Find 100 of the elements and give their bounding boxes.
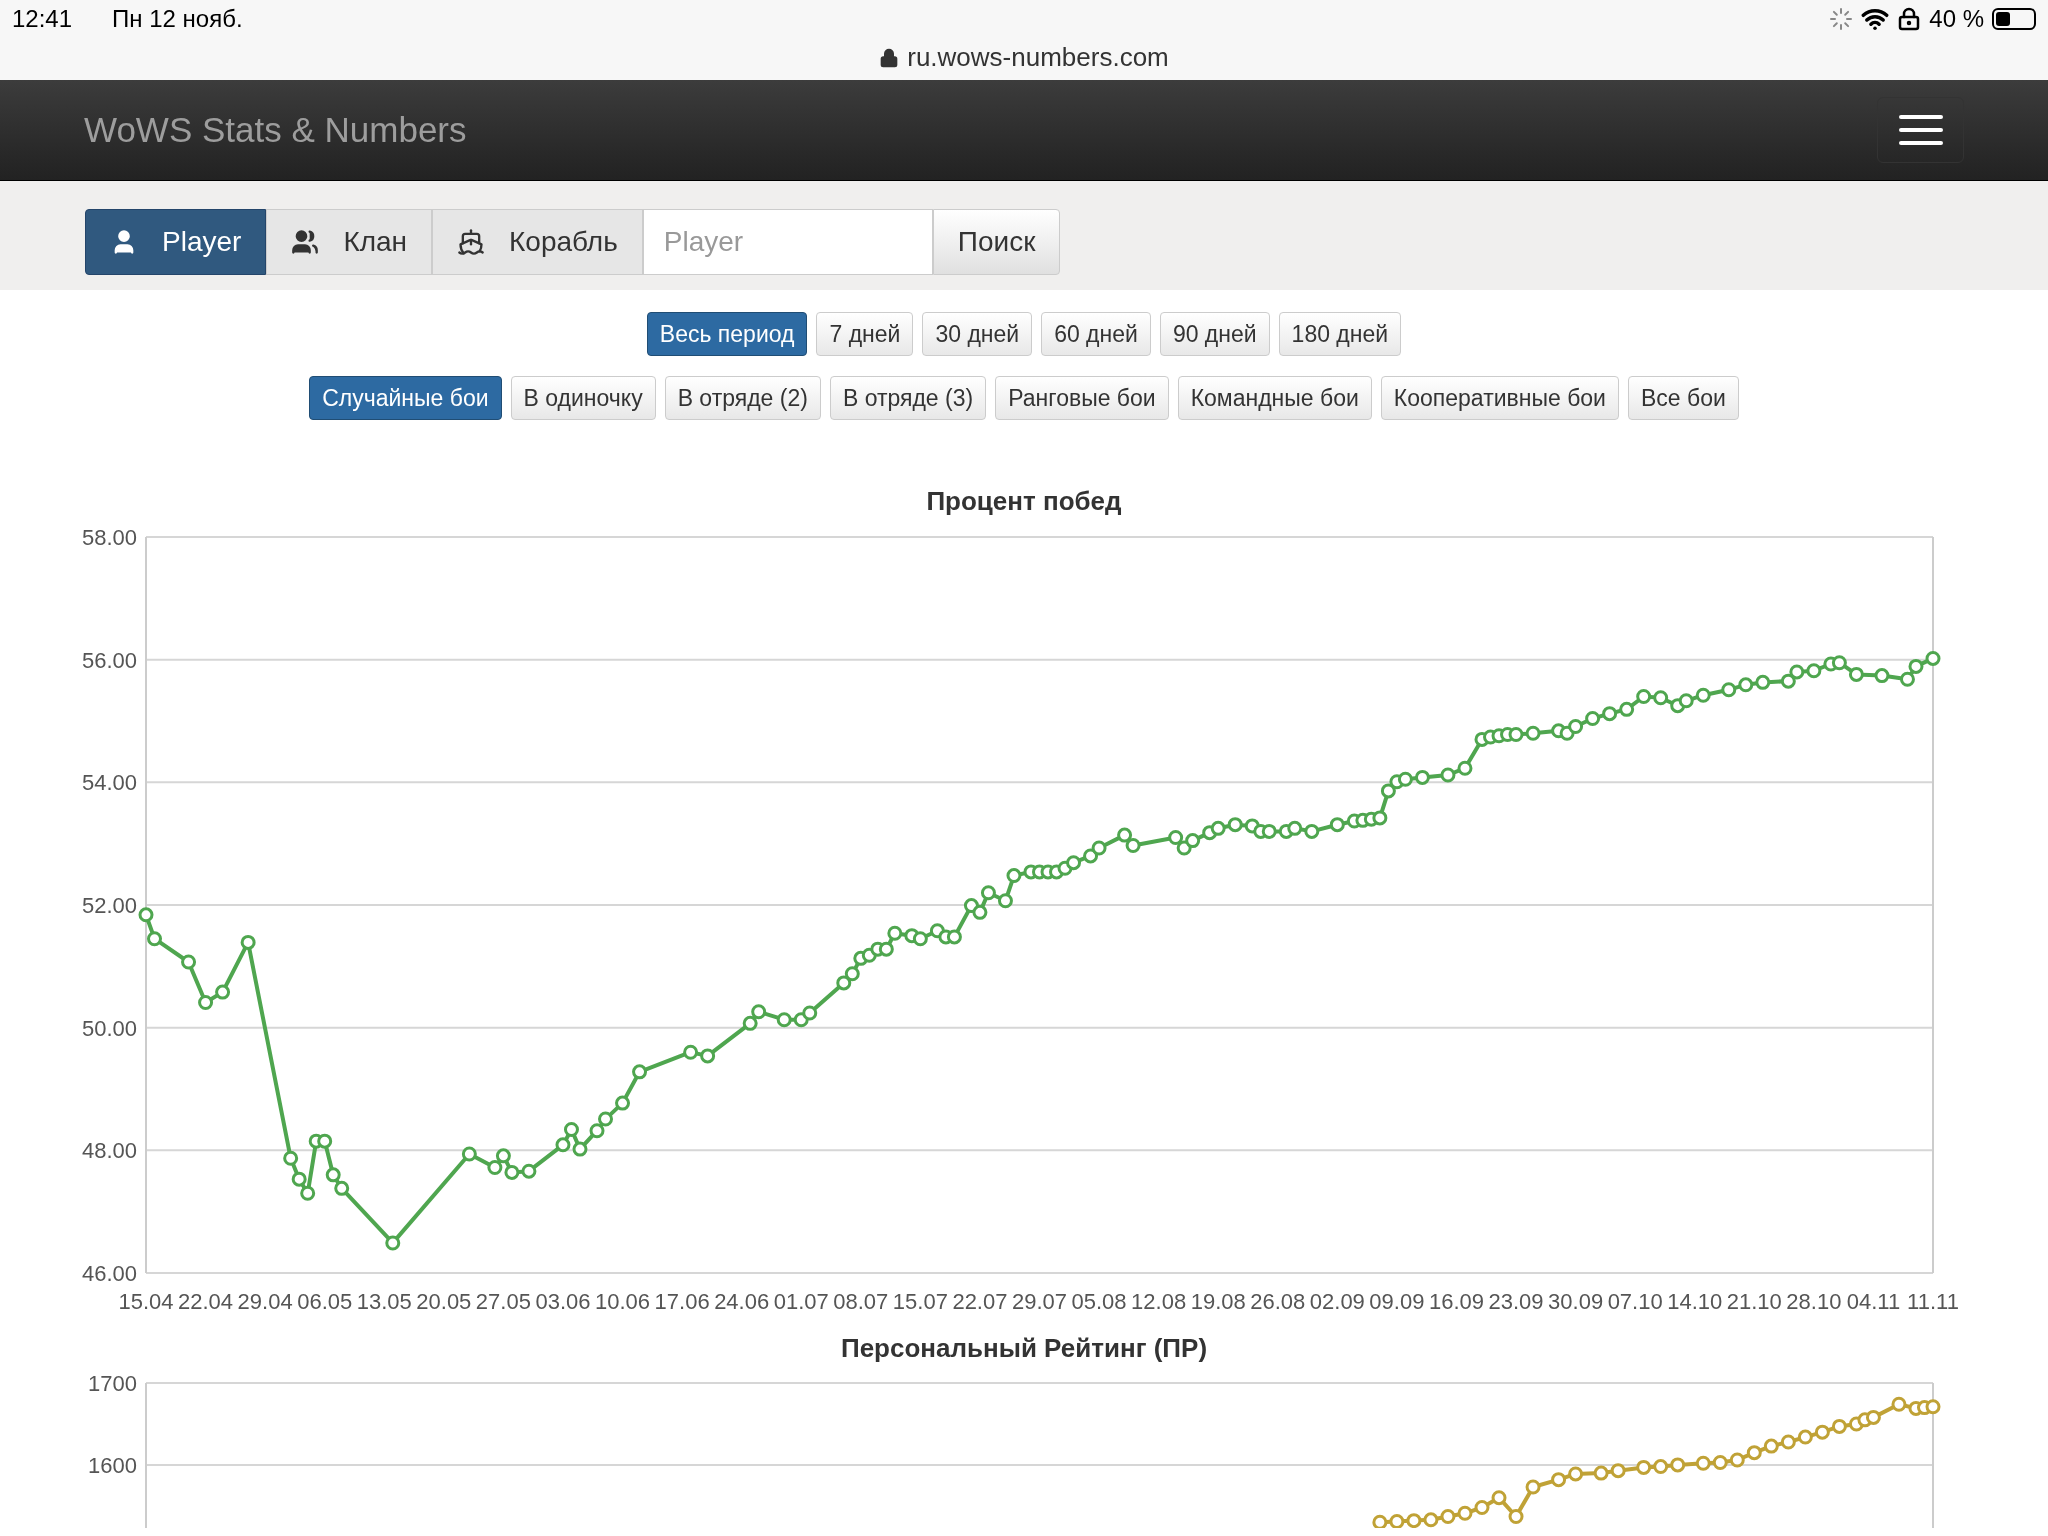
search-button[interactable]: Поиск <box>932 208 1061 275</box>
data-point <box>836 975 852 991</box>
x-axis-label: 23.09 <box>1488 1289 1544 1314</box>
data-point <box>283 1150 299 1166</box>
data-point <box>385 1235 401 1251</box>
x-axis-label: 01.07 <box>773 1289 829 1314</box>
search-tab[interactable]: Player <box>85 208 267 275</box>
data-point <box>1457 760 1473 776</box>
data-point <box>1814 1424 1830 1440</box>
data-point <box>1670 1457 1686 1473</box>
data-point <box>334 1180 350 1196</box>
data-point <box>980 885 996 901</box>
data-point <box>1380 783 1396 799</box>
y-axis-label: 48.00 <box>81 1138 137 1164</box>
data-point <box>844 966 860 982</box>
data-point <box>1874 668 1890 684</box>
x-axis-label: 22.04 <box>178 1289 234 1314</box>
data-point <box>1908 658 1924 674</box>
brand-text[interactable]: WoWS Stats & Numbers <box>84 103 467 157</box>
filter-button[interactable]: Кооперативные бои <box>1380 376 1619 420</box>
search-tab[interactable]: Корабль <box>432 208 643 275</box>
data-point <box>138 907 154 923</box>
x-axis-label: 14.10 <box>1667 1289 1723 1314</box>
data-point <box>1329 817 1345 833</box>
filter-button[interactable]: В одиночку <box>510 376 656 420</box>
data-point <box>1729 1452 1745 1468</box>
x-axis-label: 21.10 <box>1726 1289 1782 1314</box>
data-point <box>1712 1454 1728 1470</box>
y-axis-label: 50.00 <box>81 1015 137 1041</box>
filter-button[interactable]: 60 дней <box>1041 312 1151 356</box>
filter-button[interactable]: Ранговые бои <box>995 376 1169 420</box>
data-point <box>1848 666 1864 682</box>
x-axis-label: 03.06 <box>535 1289 591 1314</box>
data-point <box>1925 650 1941 666</box>
filter-button[interactable]: Командные бои <box>1177 376 1372 420</box>
data-point <box>802 1005 818 1021</box>
data-point <box>1125 838 1141 853</box>
y-axis-label: 56.00 <box>81 647 137 673</box>
filter-button[interactable]: В отряде (3) <box>829 376 987 420</box>
search-field[interactable]: Player <box>642 208 933 275</box>
data-point <box>1210 820 1226 836</box>
filter-button[interactable]: 90 дней <box>1159 312 1270 356</box>
search-tab[interactable]: Клан <box>266 208 433 275</box>
menu-button[interactable] <box>1877 97 1964 163</box>
data-point <box>1508 1509 1524 1525</box>
x-axis-label: 27.05 <box>475 1289 531 1314</box>
x-axis-label: 17.06 <box>654 1289 710 1314</box>
x-axis-label: 08.07 <box>833 1289 889 1314</box>
clock-text: 12:41 <box>12 4 73 34</box>
data-point <box>1899 671 1915 687</box>
data-point <box>1440 1509 1456 1525</box>
data-point <box>1372 810 1388 826</box>
data-point <box>632 1064 648 1080</box>
x-axis-label: 05.08 <box>1071 1289 1127 1314</box>
data-point <box>912 931 928 947</box>
url-text[interactable]: ru.wows-numbers.com <box>907 38 1169 77</box>
chart-title: Персональный Рейтинг (ПР) <box>840 1332 1208 1365</box>
data-point <box>1457 1505 1473 1521</box>
data-point <box>325 1167 341 1183</box>
filter-button[interactable]: 30 дней <box>922 312 1033 356</box>
data-point <box>1789 664 1805 680</box>
data-point <box>776 1012 792 1028</box>
data-point <box>198 995 214 1010</box>
x-axis-label: 16.09 <box>1428 1289 1484 1314</box>
data-point <box>1925 1399 1941 1415</box>
filter-button[interactable]: 7 дней <box>816 312 914 356</box>
data-point <box>1865 1409 1881 1425</box>
y-axis-label: 52.00 <box>81 893 137 918</box>
x-axis-label: 10.06 <box>595 1289 651 1314</box>
data-point <box>1389 1513 1405 1528</box>
data-point <box>487 1160 503 1175</box>
x-axis-label: 07.10 <box>1607 1289 1663 1314</box>
filter-button[interactable]: Весь период <box>646 312 808 356</box>
data-point <box>683 1044 699 1060</box>
data-point <box>461 1146 477 1162</box>
data-point <box>1568 1466 1584 1482</box>
x-axis-label: 06.05 <box>297 1289 353 1314</box>
filter-button[interactable]: Все бои <box>1627 376 1739 420</box>
x-axis-label: 04.11 <box>1846 1289 1901 1314</box>
y-axis-label: 1600 <box>88 1452 137 1478</box>
y-axis-label: 54.00 <box>81 770 137 796</box>
x-axis-label: 24.06 <box>714 1289 770 1314</box>
data-point <box>1414 769 1430 785</box>
data-point <box>1636 1459 1652 1475</box>
x-axis-label: 02.09 <box>1309 1289 1365 1314</box>
data-point <box>1678 693 1694 709</box>
data-point <box>1653 690 1669 706</box>
data-point <box>972 904 988 920</box>
filter-button[interactable]: Случайные бои <box>309 376 502 420</box>
ship-icon <box>457 227 486 256</box>
data-point <box>1653 1459 1669 1475</box>
data-point <box>1593 1465 1609 1481</box>
filter-button[interactable]: В отряде (2) <box>664 376 821 420</box>
data-point <box>1304 823 1320 839</box>
data-point <box>1440 767 1456 783</box>
data-point <box>1372 1514 1388 1528</box>
data-point <box>751 1004 767 1020</box>
data-point <box>598 1111 613 1127</box>
filter-button[interactable]: 180 дней <box>1278 312 1402 356</box>
x-axis-label: 29.04 <box>237 1289 293 1314</box>
